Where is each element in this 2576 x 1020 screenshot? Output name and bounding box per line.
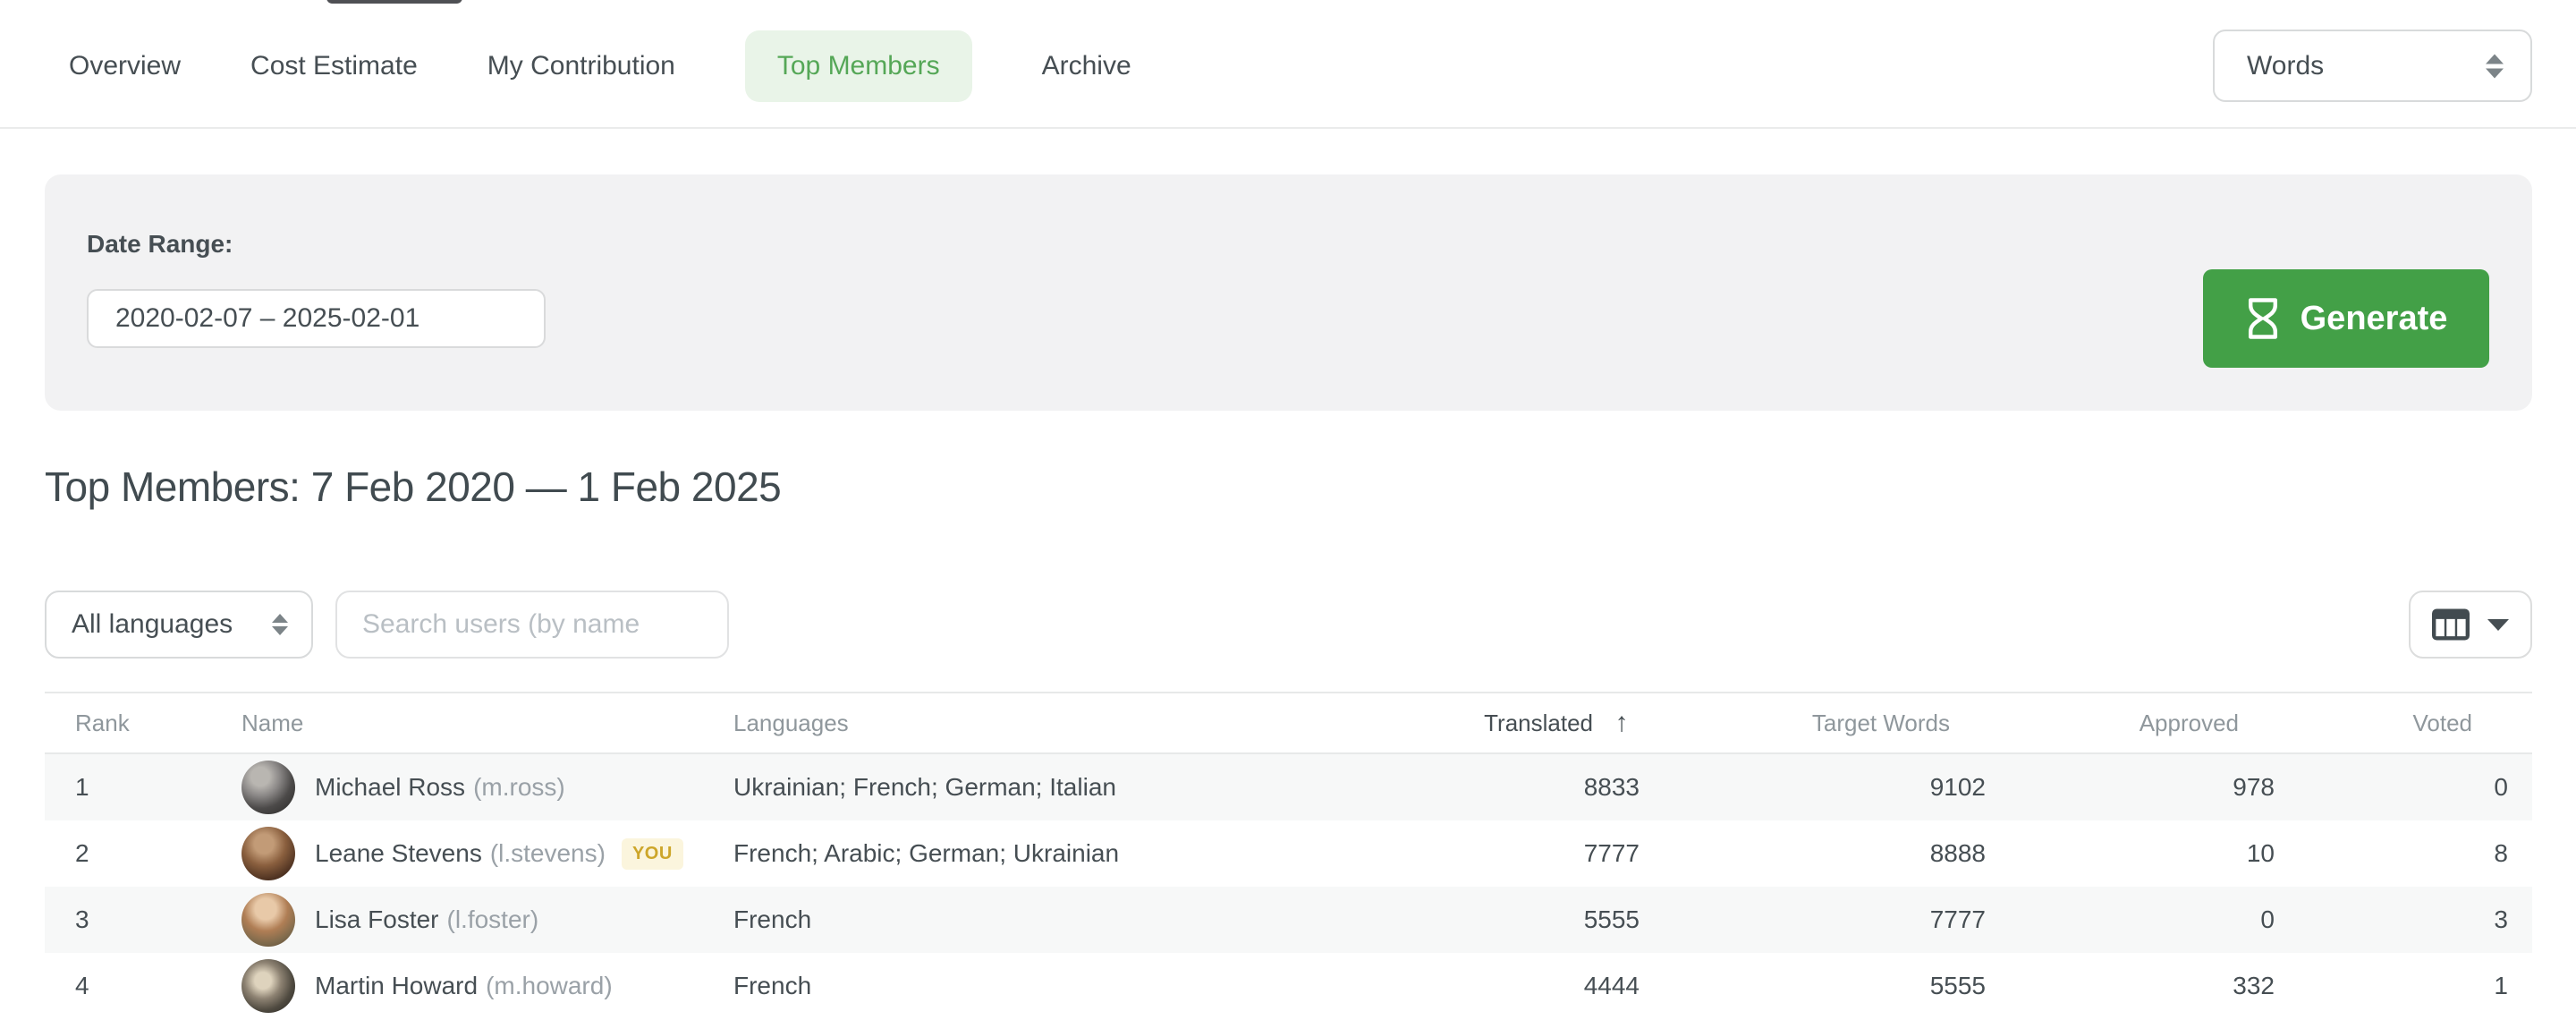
language-filter-select[interactable]: All languages <box>45 591 313 659</box>
user-name: Leane Stevens <box>315 839 482 868</box>
avatar <box>242 827 295 880</box>
translated-cell: 5555 <box>1234 887 1640 953</box>
divider <box>0 127 2576 129</box>
name-cell: Lisa Foster (l.foster) <box>237 887 733 953</box>
user-login: (l.foster) <box>447 905 539 934</box>
col-header-voted[interactable]: Voted <box>2275 693 2508 752</box>
user-login: (m.ross) <box>473 773 565 802</box>
voted-cell: 8 <box>2275 820 2508 887</box>
rank-cell: 2 <box>45 820 237 887</box>
approved-cell: 10 <box>1986 820 2275 887</box>
avatar <box>242 761 295 814</box>
target-words-cell: 7777 <box>1640 887 1986 953</box>
tab-overview[interactable]: Overview <box>69 51 181 81</box>
sort-ascending-icon: ↑ <box>1604 708 1640 738</box>
you-badge: YOU <box>622 838 683 870</box>
user-name: Michael Ross <box>315 773 465 802</box>
generate-button-label: Generate <box>2301 300 2448 338</box>
target-words-cell: 9102 <box>1640 754 1986 820</box>
approved-cell: 0 <box>1986 887 2275 953</box>
top-members-table: Rank Name Languages Translated ↑ Target … <box>45 692 2532 1019</box>
user-name: Lisa Foster <box>315 905 439 934</box>
col-header-spacer <box>2508 693 2532 752</box>
row-spacer <box>2508 887 2532 953</box>
languages-cell: Ukrainian; French; German; Italian <box>733 754 1234 820</box>
row-spacer <box>2508 953 2532 1019</box>
col-header-translated-label: Translated <box>1484 710 1593 737</box>
translated-cell: 4444 <box>1234 953 1640 1019</box>
generate-panel: Date Range: Generate <box>45 174 2532 411</box>
avatar <box>242 959 295 1013</box>
voted-cell: 1 <box>2275 953 2508 1019</box>
languages-cell: French <box>733 887 1234 953</box>
approved-cell: 978 <box>1986 754 2275 820</box>
hourglass-icon <box>2245 298 2281 339</box>
col-header-approved[interactable]: Approved <box>1986 693 2275 752</box>
rank-cell: 4 <box>45 953 237 1019</box>
col-header-name[interactable]: Name <box>237 693 733 752</box>
user-login: (l.stevens) <box>490 839 606 868</box>
date-range-label: Date Range: <box>87 230 233 259</box>
row-spacer <box>2508 754 2532 820</box>
approved-cell: 332 <box>1986 953 2275 1019</box>
avatar <box>242 893 295 947</box>
tab-cost-estimate[interactable]: Cost Estimate <box>250 51 418 81</box>
generate-button[interactable]: Generate <box>2203 269 2489 368</box>
unit-select[interactable]: Words <box>2213 30 2532 102</box>
table-row: 2 Leane Stevens (l.stevens) YOU French; … <box>45 820 2532 887</box>
user-login: (m.howard) <box>486 972 613 1000</box>
col-header-target-words[interactable]: Target Words <box>1640 693 1986 752</box>
report-page: Overview Cost Estimate My Contribution T… <box>0 0 2576 1020</box>
column-settings-button[interactable] <box>2409 591 2532 659</box>
table-header: Rank Name Languages Translated ↑ Target … <box>45 692 2532 754</box>
tab-archive[interactable]: Archive <box>1042 51 1131 81</box>
report-tabs: Overview Cost Estimate My Contribution T… <box>69 30 2532 102</box>
table-row: 4 Martin Howard (m.howard) French 4444 5… <box>45 953 2532 1019</box>
unit-select-value: Words <box>2247 51 2324 81</box>
name-cell: Martin Howard (m.howard) <box>237 953 733 1019</box>
rank-cell: 1 <box>45 754 237 820</box>
col-header-rank[interactable]: Rank <box>45 693 237 752</box>
translated-cell: 7777 <box>1234 820 1640 887</box>
table-row: 3 Lisa Foster (l.foster) French 5555 777… <box>45 887 2532 953</box>
languages-cell: French <box>733 953 1234 1019</box>
col-header-translated[interactable]: Translated ↑ <box>1234 693 1640 752</box>
languages-cell: French; Arabic; German; Ukrainian <box>733 820 1234 887</box>
row-spacer <box>2508 820 2532 887</box>
language-filter-value: All languages <box>72 609 233 640</box>
translated-cell: 8833 <box>1234 754 1640 820</box>
table-columns-icon <box>2432 608 2470 641</box>
select-arrows-icon <box>272 614 288 635</box>
date-range-input[interactable] <box>87 289 546 348</box>
select-arrows-icon <box>2486 54 2504 78</box>
page-title: Top Members: 7 Feb 2020 — 1 Feb 2025 <box>45 463 781 511</box>
target-words-cell: 5555 <box>1640 953 1986 1019</box>
name-cell: Michael Ross (m.ross) <box>237 754 733 820</box>
voted-cell: 3 <box>2275 887 2508 953</box>
name-cell: Leane Stevens (l.stevens) YOU <box>237 820 733 887</box>
tab-my-contribution[interactable]: My Contribution <box>487 51 675 81</box>
filters-row: All languages <box>45 591 2532 659</box>
caret-down-icon <box>2487 619 2509 631</box>
rank-cell: 3 <box>45 887 237 953</box>
tab-top-members[interactable]: Top Members <box>745 30 972 102</box>
target-words-cell: 8888 <box>1640 820 1986 887</box>
col-header-languages[interactable]: Languages <box>733 693 1234 752</box>
voted-cell: 0 <box>2275 754 2508 820</box>
user-name: Martin Howard <box>315 972 478 1000</box>
search-input[interactable] <box>335 591 729 659</box>
cutoff-element <box>326 0 462 4</box>
table-row: 1 Michael Ross (m.ross) Ukrainian; Frenc… <box>45 754 2532 820</box>
